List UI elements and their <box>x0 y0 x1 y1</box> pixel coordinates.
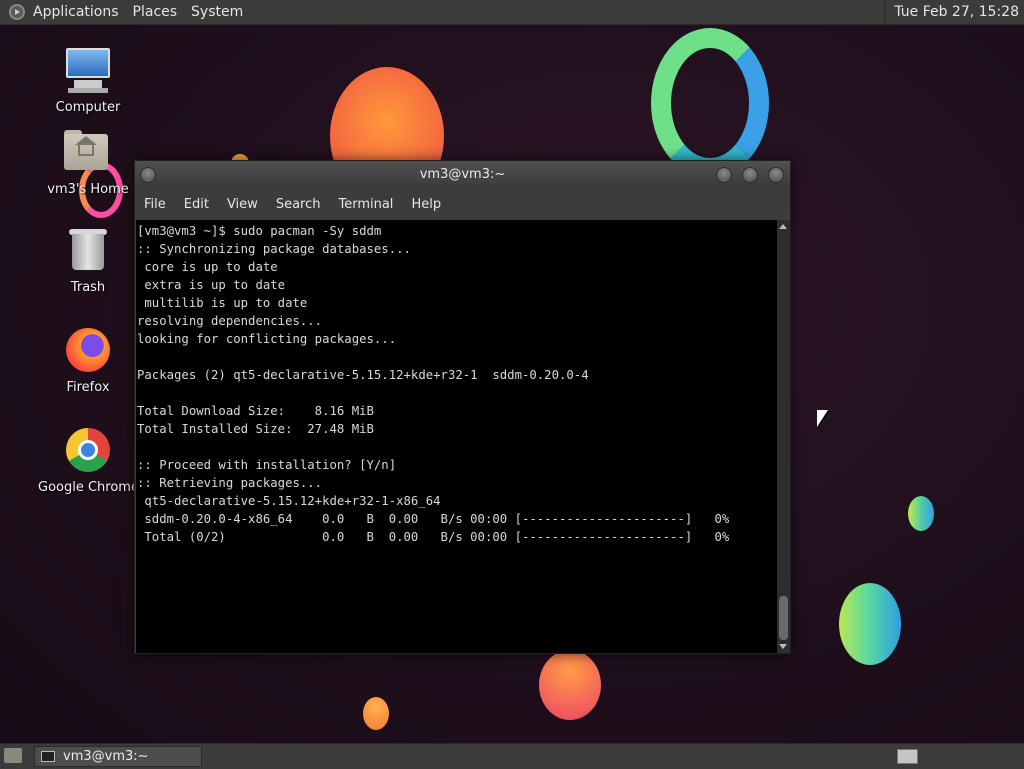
terminal-menu-bar: File Edit View Search Terminal Help <box>135 189 790 220</box>
desktop-icon-trash[interactable]: Trash <box>38 226 138 295</box>
desktop-icon-computer[interactable]: Computer <box>38 46 138 115</box>
show-desktop-icon[interactable] <box>4 748 22 763</box>
desktop-icon-label: Computer <box>55 100 121 115</box>
terminal-output[interactable]: [vm3@vm3 ~]$ sudo pacman -Sy sddm :: Syn… <box>136 220 777 653</box>
desktop-icon-label: Google Chrome <box>38 480 139 495</box>
title-bar[interactable]: vm3@vm3:~ <box>135 161 790 189</box>
taskbar-item-terminal[interactable]: vm3@vm3:~ <box>34 746 202 767</box>
wallpaper-green-blue-large <box>839 583 901 665</box>
wallpaper-orange-small <box>363 697 389 730</box>
taskbar-item-label: vm3@vm3:~ <box>63 749 149 764</box>
firefox-icon <box>64 326 112 374</box>
desktop-icon-label: Firefox <box>66 380 110 395</box>
mouse-pointer-icon <box>817 410 828 427</box>
menu-file[interactable]: File <box>135 197 175 212</box>
maximize-button[interactable] <box>742 167 758 183</box>
wallpaper-orange-bottom <box>539 650 601 720</box>
distro-logo-icon[interactable] <box>9 4 25 20</box>
trash-icon <box>64 226 112 274</box>
clock[interactable]: Tue Feb 27, 15:28 <box>884 0 1024 25</box>
close-button[interactable] <box>768 167 784 183</box>
menu-search[interactable]: Search <box>267 197 330 212</box>
chrome-icon <box>64 426 112 474</box>
scroll-down-icon[interactable] <box>779 644 787 649</box>
terminal-icon <box>41 751 55 762</box>
home-folder-icon <box>64 128 112 176</box>
menu-terminal[interactable]: Terminal <box>329 197 402 212</box>
desktop-icon-chrome[interactable]: Google Chrome <box>38 426 139 495</box>
menu-help[interactable]: Help <box>402 197 450 212</box>
desktop-icon-label: Trash <box>70 280 106 295</box>
computer-icon <box>64 46 112 94</box>
terminal-window[interactable]: vm3@vm3:~ File Edit View Search Terminal… <box>134 160 791 654</box>
workspace-switcher[interactable] <box>897 749 918 764</box>
wallpaper-ring <box>651 28 769 178</box>
terminal-scrollbar[interactable] <box>777 220 790 653</box>
menu-edit[interactable]: Edit <box>175 197 218 212</box>
bottom-panel: vm3@vm3:~ <box>0 743 1024 769</box>
system-menu[interactable]: System <box>191 4 243 20</box>
scroll-up-icon[interactable] <box>779 224 787 229</box>
menu-view[interactable]: View <box>218 197 267 212</box>
terminal-text: [vm3@vm3 ~]$ sudo pacman -Sy sddm :: Syn… <box>137 224 730 544</box>
desktop-icon-label: vm3's Home <box>47 182 129 197</box>
window-title: vm3@vm3:~ <box>419 167 506 182</box>
scrollbar-thumb[interactable] <box>779 596 788 640</box>
desktop-icon-home[interactable]: vm3's Home <box>38 128 138 197</box>
wallpaper-green-blue-small <box>908 496 934 531</box>
applications-menu[interactable]: Applications <box>33 4 119 20</box>
top-panel: Applications Places System Tue Feb 27, 1… <box>0 0 1024 25</box>
places-menu[interactable]: Places <box>133 4 178 20</box>
minimize-button[interactable] <box>716 167 732 183</box>
desktop-icon-firefox[interactable]: Firefox <box>38 326 138 395</box>
